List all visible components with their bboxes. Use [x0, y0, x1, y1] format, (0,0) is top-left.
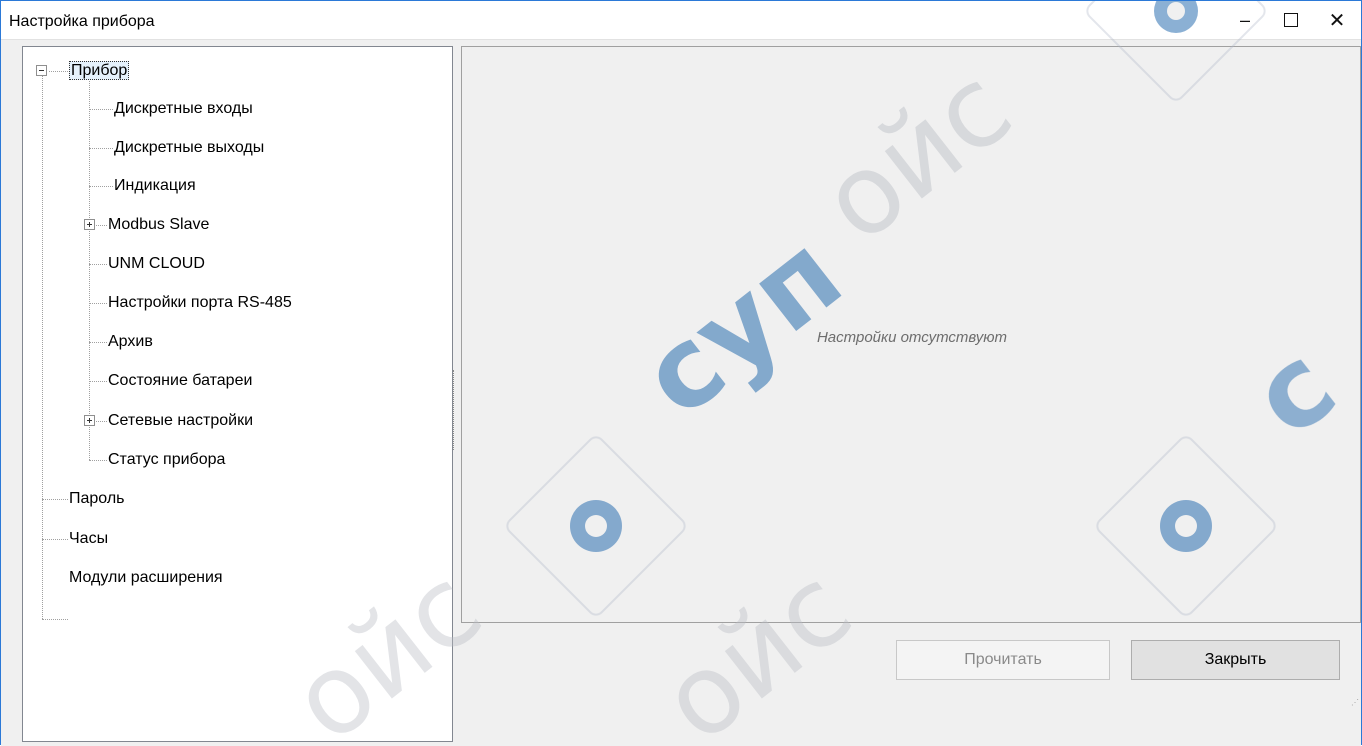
tree-item-label: Настройки порта RS-485 [108, 294, 292, 311]
tree-item-archive[interactable]: Архив [108, 332, 153, 352]
tree-item-label: Сетевые настройки [108, 412, 254, 429]
title-bar[interactable]: Настройка прибора – ✕ [1, 1, 1361, 39]
window-title: Настройка прибора [9, 13, 155, 30]
tree-item-indication[interactable]: Индикация [114, 176, 196, 196]
tree-item-password[interactable]: Пароль [69, 489, 125, 509]
close-icon: ✕ [1328, 9, 1346, 32]
tree-last-connector [42, 619, 68, 620]
tree-item-label: Состояние батареи [108, 372, 253, 389]
splitter-handle[interactable] [453, 370, 456, 450]
read-button[interactable]: Прочитать [896, 640, 1110, 680]
tree-item-label: Дискретные входы [114, 100, 253, 117]
tree-item-discrete-inputs[interactable]: Дискретные входы [114, 99, 253, 119]
tree-item-device[interactable]: Прибор [69, 61, 130, 81]
expand-network-icon[interactable] [84, 415, 95, 426]
maximize-icon [1284, 13, 1298, 27]
settings-window: Настройка прибора – ✕ Прибор Дискретные … [0, 0, 1362, 746]
tree-item-label: Архив [108, 333, 153, 350]
tree-item-clock[interactable]: Часы [69, 529, 108, 549]
tree-item-battery-status[interactable]: Состояние батареи [108, 371, 252, 391]
tree-item-unm-cloud[interactable]: UNM CLOUD [108, 254, 205, 274]
tree-item-label: Модули расширения [69, 569, 223, 586]
resize-grip-icon[interactable]: ⋰ [1351, 698, 1359, 707]
empty-settings-message: Настройки отсутствуют [816, 329, 1008, 346]
tree-item-label: Пароль [69, 490, 125, 507]
close-window-button[interactable]: ✕ [1314, 1, 1360, 39]
tree-item-rs485-port[interactable]: Настройки порта RS-485 [108, 293, 292, 313]
maximize-button[interactable] [1268, 1, 1314, 39]
tree-item-expansion-modules[interactable]: Модули расширения [69, 568, 223, 588]
minimize-icon: – [1239, 9, 1250, 30]
collapse-root-icon[interactable] [36, 65, 47, 76]
settings-tree[interactable]: Прибор Дискретные входы Дискретные выход… [22, 46, 453, 742]
expand-modbus-icon[interactable] [84, 219, 95, 230]
minimize-button[interactable]: – [1222, 1, 1268, 39]
tree-item-network-settings[interactable]: Сетевые настройки [108, 411, 253, 431]
tree-item-label: Дискретные выходы [114, 139, 265, 156]
tree-item-device-status[interactable]: Статус прибора [108, 450, 225, 470]
tree-item-label: Индикация [114, 177, 196, 194]
close-button[interactable]: Закрыть [1131, 640, 1340, 680]
tree-item-label: Прибор [69, 61, 130, 80]
tree-item-modbus-slave[interactable]: Modbus Slave [108, 215, 209, 235]
settings-panel: Настройки отсутствуют [461, 46, 1361, 623]
tree-item-label: UNM CLOUD [108, 255, 205, 272]
tree-item-label: Статус прибора [108, 451, 226, 468]
tree-item-label: Modbus Slave [108, 216, 210, 233]
tree-item-discrete-outputs[interactable]: Дискретные выходы [114, 138, 264, 158]
tree-item-label: Часы [69, 530, 109, 547]
